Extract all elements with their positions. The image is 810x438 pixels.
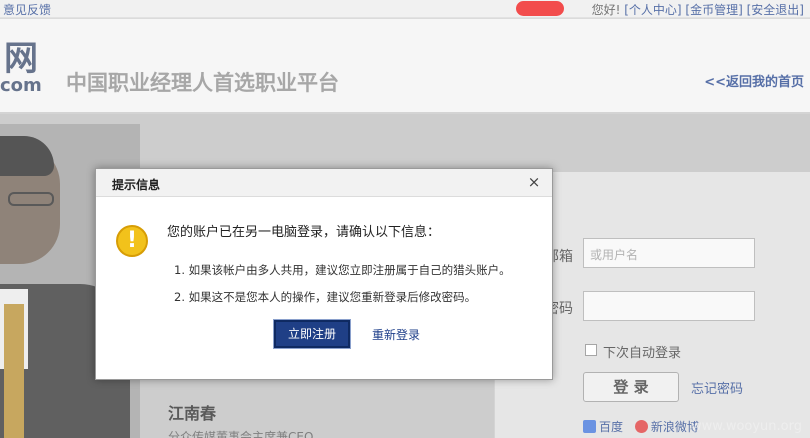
dialog-list-item: 2. 如果这不是您本人的操作，建议您重新登录后修改密码。 [174, 290, 477, 304]
dialog-list-item: 1. 如果该帐户由多人共用，建议您立即注册属于自己的猎头账户。 [174, 263, 511, 277]
dialog-title: 提示信息 [112, 178, 161, 192]
dialog-header: 提示信息 × [96, 169, 552, 197]
warning-icon: ! [116, 225, 148, 257]
relogin-link[interactable]: 重新登录 [372, 326, 420, 343]
close-icon[interactable]: × [526, 173, 542, 191]
login-conflict-dialog: 提示信息 × ! 您的账户已在另一电脑登录，请确认以下信息： 1. 如果该帐户由… [95, 168, 553, 380]
dialog-message: 您的账户已在另一电脑登录，请确认以下信息： [167, 225, 441, 240]
register-now-button[interactable]: 立即注册 [273, 319, 351, 349]
